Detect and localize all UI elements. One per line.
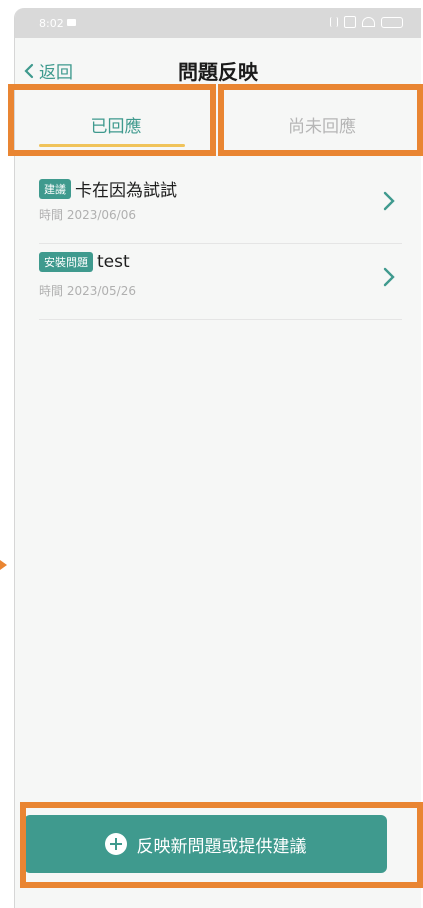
tab-responded[interactable]: 已回應 <box>25 98 207 150</box>
list-item[interactable]: 安裝問題 test 時間 2023/05/26 <box>39 244 402 320</box>
item-title: 卡在因為試試 <box>75 181 177 201</box>
status-time: 8:02 <box>39 17 64 30</box>
item-header: 安裝問題 test <box>39 252 130 272</box>
list-item[interactable]: 建議 卡在因為試試 時間 2023/06/06 <box>39 168 402 244</box>
tab-underline <box>39 144 185 147</box>
item-time: 時間 2023/05/26 <box>39 284 136 298</box>
chevron-right-icon <box>383 267 395 287</box>
item-time: 時間 2023/06/06 <box>39 208 136 222</box>
header: 返回 問題反映 <box>15 50 421 90</box>
signal-icon <box>344 16 356 28</box>
chevron-right-icon <box>383 191 395 211</box>
add-feedback-label: 反映新問題或提供建議 <box>136 836 307 857</box>
category-badge: 安裝問題 <box>39 252 93 272</box>
bluetooth-icon <box>330 17 338 27</box>
item-header: 建議 卡在因為試試 <box>39 176 177 201</box>
tab-bar: 已回應 尚未回應 <box>15 98 421 154</box>
status-bar: 8:02 <box>15 8 421 38</box>
feedback-list: 建議 卡在因為試試 時間 2023/06/06 安裝問題 test 時間 202… <box>39 168 402 320</box>
status-icons <box>330 16 403 28</box>
category-badge: 建議 <box>39 178 71 199</box>
tab-not-responded[interactable]: 尚未回應 <box>227 98 417 150</box>
phone-screen: 8:02 返回 問題反映 已回應 尚未回應 建議 卡在因為試試 時間 2023/… <box>14 8 421 908</box>
page-title: 問題反映 <box>178 60 258 84</box>
annotation-arrow-icon <box>0 560 7 570</box>
plus-circle-icon <box>104 833 127 855</box>
item-title: test <box>97 252 130 272</box>
battery-icon <box>381 16 403 28</box>
video-record-icon <box>67 19 76 26</box>
add-feedback-button[interactable]: 反映新問題或提供建議 <box>24 815 387 873</box>
wifi-icon <box>362 17 375 27</box>
